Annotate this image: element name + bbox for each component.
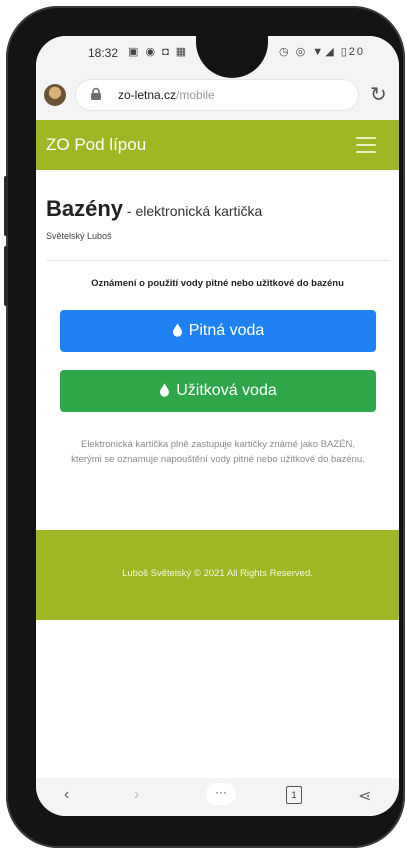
side-button	[4, 246, 8, 306]
page-title: Bazény - elektronická kartička	[46, 196, 262, 222]
utility-water-button[interactable]: Užitková voda	[60, 370, 376, 412]
status-system-icons: ◷ ◎ ▼◢ ▯20	[279, 46, 365, 58]
forward-icon[interactable]: ›	[134, 786, 139, 804]
site-navbar: ZO Pod lípou	[36, 120, 399, 170]
page-subtitle: - elektronická kartička	[123, 203, 263, 219]
tabs-icon[interactable]: 1	[286, 786, 302, 804]
utility-water-label: Užitková voda	[176, 382, 277, 399]
page-title-main: Bazény	[46, 196, 124, 221]
water-drop-icon	[160, 383, 170, 397]
address-bar[interactable]: zo-letna.cz/mobile	[76, 80, 358, 110]
url-text: zo-letna.cz/mobile	[118, 88, 215, 102]
drinking-water-label: Pitná voda	[188, 322, 265, 339]
browser-toolbar: zo-letna.cz/mobile ↻	[36, 72, 399, 120]
site-brand[interactable]: ZO Pod lípou	[46, 135, 146, 155]
avatar[interactable]	[44, 84, 66, 106]
share-icon[interactable]: ⋖	[358, 786, 371, 806]
site-info-icon[interactable]	[89, 87, 103, 101]
site-footer: Luboš Světelský © 2021 All Rights Reserv…	[36, 530, 399, 620]
back-icon[interactable]: ‹	[64, 786, 69, 804]
notice-text: Oznámení o použití vody pitné nebo užitk…	[91, 278, 344, 289]
drinking-water-button[interactable]: Pitná voda	[60, 310, 376, 352]
water-drop-icon	[172, 323, 182, 337]
browser-bottom-bar: ‹ › ··· 1 ⋖	[36, 778, 399, 816]
home-button[interactable]: ···	[206, 783, 236, 805]
author-name: Světelský Luboš	[46, 231, 112, 241]
description-text: Elektronická kartička plně zastupuje kar…	[71, 439, 365, 465]
copyright-text: Luboš Světelský © 2021 All Rights Reserv…	[122, 568, 313, 579]
phone-frame: 18:32 ▣ ◉ ◘ ▦ ◷ ◎ ▼◢ ▯20 zo-letna.cz/mob…	[4, 6, 405, 848]
screen: 18:32 ▣ ◉ ◘ ▦ ◷ ◎ ▼◢ ▯20 zo-letna.cz/mob…	[36, 36, 399, 816]
hamburger-icon[interactable]	[356, 137, 376, 153]
url-host: zo-letna.cz	[118, 88, 177, 102]
status-time: 18:32	[88, 46, 119, 60]
url-path: /mobile	[176, 88, 215, 102]
divider	[46, 260, 389, 261]
status-notification-icons: ▣ ◉ ◘ ▦	[128, 46, 189, 58]
reload-icon[interactable]: ↻	[370, 82, 387, 107]
side-button	[4, 176, 8, 236]
